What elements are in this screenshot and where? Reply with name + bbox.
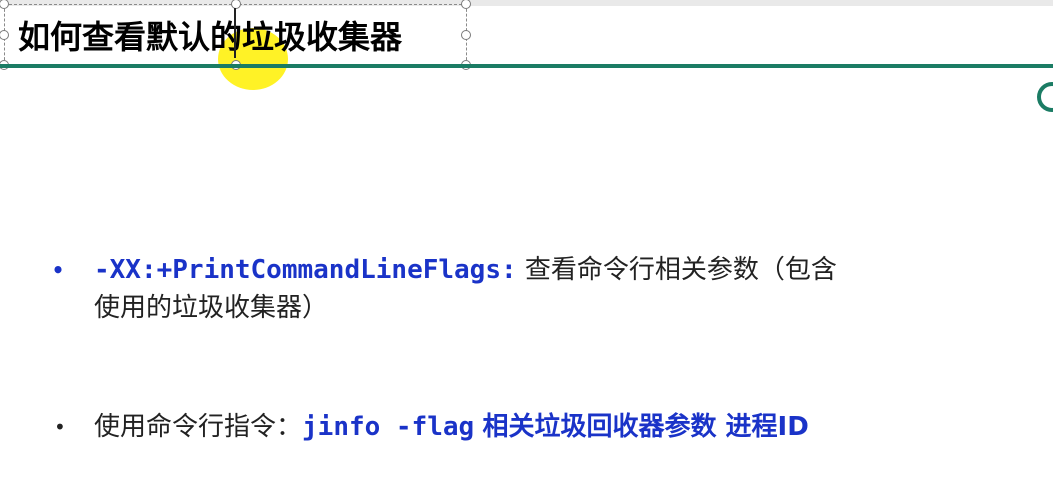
bullet-1-text: 查看命令行相关参数（包含 — [524, 255, 837, 285]
bullet-1-line2: 使用的垃圾收集器） — [94, 293, 329, 323]
bullet-2-highlight: 相关垃圾回收器参数 进程ID — [482, 412, 809, 442]
bullet-1-dot: • — [52, 258, 65, 282]
resize-handle-middle-left[interactable] — [0, 30, 9, 40]
slide-title[interactable]: 如何查看默认的垃圾收集器 — [18, 12, 402, 58]
bullet-1-line1: -XX:+PrintCommandLineFlags: 查看命令行相关参数（包含 — [94, 251, 837, 289]
bullet-2-command: jinfo -flag — [302, 412, 475, 442]
bullet-2-line: 使用命令行指令：jinfo -flag 相关垃圾回收器参数 进程ID — [94, 408, 809, 446]
text-caret — [234, 8, 236, 58]
logo-icon — [1037, 82, 1053, 112]
bullet-1-code: -XX:+PrintCommandLineFlags: — [94, 255, 517, 285]
resize-handle-middle-right[interactable] — [461, 30, 471, 40]
bullet-2-dot: • — [54, 415, 66, 439]
slide-canvas: 如何查看默认的垃圾收集器 • -XX:+PrintCommandLineFlag… — [0, 0, 1053, 496]
resize-handle-top-left[interactable] — [0, 0, 9, 9]
resize-handle-top-right[interactable] — [461, 0, 471, 9]
resize-handle-top-middle[interactable] — [231, 0, 241, 9]
title-underline-bar — [0, 64, 1053, 112]
bullet-2-prefix: 使用命令行指令： — [94, 412, 303, 442]
